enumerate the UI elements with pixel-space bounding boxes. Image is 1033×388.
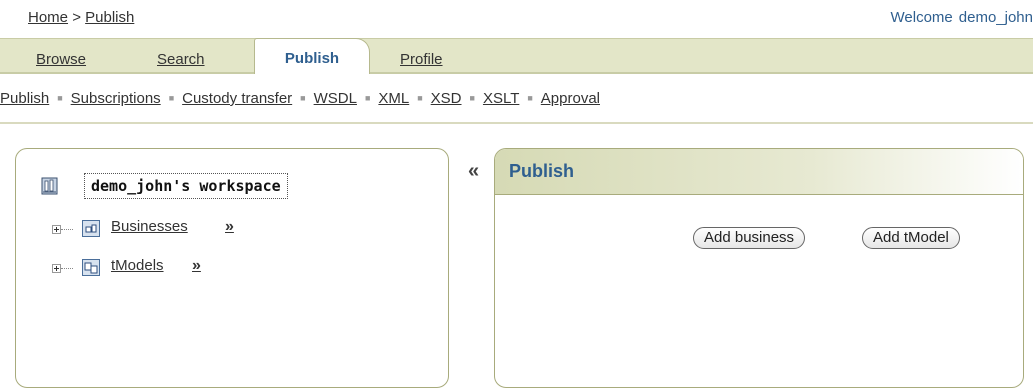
welcome-label: Welcome: [890, 9, 953, 26]
businesses-more-link[interactable]: »: [225, 218, 234, 236]
main-tabs: Browse Search Publish Profile: [0, 38, 1033, 74]
subnav-separator: ■: [417, 93, 423, 103]
tab-profile[interactable]: Profile: [400, 51, 443, 68]
subnav-separator: ■: [300, 93, 306, 103]
subnav-publish[interactable]: Publish: [0, 90, 49, 107]
tab-publish[interactable]: Publish: [254, 38, 370, 74]
tree-connector: [61, 268, 73, 269]
publish-panel-title: Publish: [509, 161, 575, 181]
workspace-book-icon: [41, 177, 58, 195]
subnav-approval[interactable]: Approval: [541, 90, 600, 107]
subnav-separator: ■: [364, 93, 371, 103]
add-business-button[interactable]: Add business: [693, 227, 806, 249]
breadcrumb-home-link[interactable]: Home: [28, 9, 68, 26]
tmodels-icon: [82, 259, 100, 276]
subnav-separator: ■: [527, 93, 533, 103]
subnav-wsdl[interactable]: WSDL: [314, 90, 357, 107]
tree-connector: [61, 229, 73, 230]
breadcrumb-current-link[interactable]: Publish: [85, 9, 134, 26]
top-bar: Home > Publish Welcome demo_john: [0, 0, 1033, 38]
subnav-xml[interactable]: XML: [378, 90, 409, 107]
sub-navigation: Publish ■ Subscriptions ■ Custody transfer ■ W…: [0, 90, 600, 112]
subnav-separator: ■: [469, 93, 475, 103]
tree-node-businesses[interactable]: Businesses: [111, 218, 188, 235]
breadcrumb-separator: >: [72, 9, 81, 26]
welcome-user: demo_john: [958, 9, 1033, 26]
divider: [0, 122, 1033, 124]
subnav-subscriptions[interactable]: Subscriptions: [71, 90, 161, 107]
tab-browse[interactable]: Browse: [36, 51, 86, 68]
workspace-root-label[interactable]: demo_john's workspace: [84, 173, 288, 199]
welcome-message: Welcome demo_john: [891, 9, 1033, 26]
businesses-icon: [82, 220, 100, 237]
publish-panel-header: Publish: [495, 149, 1023, 195]
subnav-separator: ■: [57, 93, 63, 103]
subnav-separator: ■: [168, 93, 175, 103]
tab-search[interactable]: Search: [157, 51, 205, 68]
publish-panel: Publish Add business Add tModel: [494, 148, 1024, 388]
tree-node-tmodels[interactable]: tModels: [111, 257, 164, 274]
workspace-tree-panel: demo_john's workspace Businesses » tMode…: [15, 148, 449, 388]
tmodels-more-link[interactable]: »: [192, 257, 201, 275]
subnav-custody-transfer[interactable]: Custody transfer: [182, 90, 292, 107]
breadcrumb: Home > Publish: [28, 9, 134, 26]
expand-businesses-icon[interactable]: [52, 225, 61, 234]
expand-tmodels-icon[interactable]: [52, 264, 61, 273]
subnav-xsd[interactable]: XSD: [431, 90, 462, 107]
collapse-panel-icon[interactable]: «: [468, 160, 479, 183]
add-tmodel-button[interactable]: Add tModel: [862, 227, 960, 249]
subnav-xslt[interactable]: XSLT: [483, 90, 519, 107]
